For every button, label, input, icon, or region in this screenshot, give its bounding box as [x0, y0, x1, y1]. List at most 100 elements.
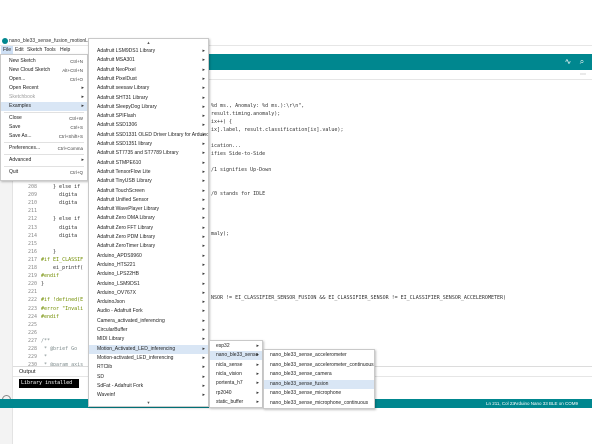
- file-menu-item[interactable]: Sketchbook ▸: [1, 93, 87, 102]
- inferencing-menu-item[interactable]: nicla_vision ▸: [210, 370, 262, 379]
- code-line: digita: [41, 224, 78, 231]
- file-menu-item[interactable]: New Sketch Ctrl+N: [1, 57, 87, 66]
- menu-edit[interactable]: Edit: [13, 46, 26, 54]
- code-line: ei_printf(: [41, 265, 84, 271]
- file-menu-item-examples[interactable]: Examples ▸: [1, 102, 87, 111]
- library-menu-item[interactable]: Adafruit STMPE610 ▸: [89, 159, 208, 168]
- line-number: 222: [27, 297, 37, 304]
- library-menu-item[interactable]: Adafruit WavePlayer Library ▸: [89, 205, 208, 214]
- nano-example-item[interactable]: nano_ble33_sense_accelerometer: [264, 351, 374, 360]
- library-menu-item[interactable]: Motion-activated_LED_inferencing ▸: [89, 354, 208, 363]
- scroll-down-icon[interactable]: ▼: [89, 400, 208, 405]
- code-line: /**: [41, 337, 51, 344]
- file-menu-item[interactable]: Quit Ctrl+Q: [1, 168, 87, 177]
- library-menu-item[interactable]: Adafruit seesaw Library ▸: [89, 84, 208, 93]
- library-menu-item[interactable]: Arduino_APDS9960 ▸: [89, 252, 208, 261]
- library-menu-item[interactable]: Adafruit Zero FFT Library ▸: [89, 224, 208, 233]
- library-menu-item[interactable]: Adafruit SPIFlash ▸: [89, 112, 208, 121]
- nano-ble33-examples-menu: nano_ble33_sense_accelerometer nano_ble33…: [263, 349, 375, 409]
- code-line: digita: [41, 232, 78, 239]
- inferencing-menu-item[interactable]: rp2040 ▸: [210, 389, 262, 398]
- code-line: digita: [41, 192, 78, 199]
- submenu-arrow-icon: ▸: [202, 150, 205, 157]
- library-menu-item[interactable]: RTClib ▸: [89, 363, 208, 372]
- library-menu-item[interactable]: Adafruit SleepyDog Library ▸: [89, 103, 208, 112]
- library-menu-item[interactable]: Waveinf ▸: [89, 391, 208, 400]
- submenu-arrow-icon: ▸: [202, 168, 205, 175]
- library-menu-item[interactable]: Adafruit ZeroTimer Library ▸: [89, 242, 208, 251]
- serial-plotter-icon[interactable]: ∿: [564, 58, 572, 66]
- library-menu-item[interactable]: Arduino_HTS221 ▸: [89, 261, 208, 270]
- inferencing-menu-item[interactable]: nicla_sense ▸: [210, 361, 262, 370]
- nano-example-item[interactable]: nano_ble33_sense_fusion: [264, 379, 374, 389]
- library-menu-item[interactable]: Adafruit TinyUSB Library ▸: [89, 177, 208, 186]
- nano-example-item[interactable]: nano_ble33_sense_camera: [264, 370, 374, 379]
- code-line: *: [41, 354, 48, 361]
- library-menu-item[interactable]: Adafruit LSM9DS1 Library ▸: [89, 47, 208, 56]
- nano-example-item[interactable]: nano_ble33_sense_microphone_continuous: [264, 399, 374, 408]
- menu-tools[interactable]: Tools: [42, 46, 58, 54]
- cursor-position[interactable]: Ln 211, Col 23: [486, 401, 515, 406]
- serial-monitor-icon[interactable]: ⌕: [578, 58, 586, 66]
- library-menu-item[interactable]: Adafruit Zero DMA Library ▸: [89, 214, 208, 223]
- code-line-right: ifies Side-to-Side: [211, 151, 266, 157]
- inferencing-menu-item[interactable]: static_buffer ▸: [210, 398, 262, 407]
- file-menu-item[interactable]: Preferences... Ctrl+Comma: [1, 144, 87, 153]
- file-menu-item[interactable]: Advanced ▸: [1, 156, 87, 165]
- library-menu-item[interactable]: Adafruit TensorFlow Lite ▸: [89, 168, 208, 177]
- inferencing-menu-item[interactable]: portenta_h7 ▸: [210, 379, 262, 388]
- line-number: 227: [27, 337, 37, 344]
- library-menu-item[interactable]: Camera_activated_inferencing ▸: [89, 317, 208, 326]
- code-line-right: ix++) {: [211, 119, 233, 125]
- file-menu-item[interactable]: New Cloud Sketch Alt+Ctrl+N: [1, 66, 87, 75]
- submenu-arrow-icon: ▸: [202, 336, 205, 343]
- library-menu-item[interactable]: CircularBuffer ▸: [89, 326, 208, 335]
- line-number: 214: [27, 232, 37, 239]
- library-menu-item[interactable]: Adafruit ST7735 and ST7789 Library ▸: [89, 149, 208, 158]
- library-menu-item[interactable]: SdFat - Adafruit Fork ▸: [89, 382, 208, 391]
- file-menu-item[interactable]: Open... Ctrl+O: [1, 75, 87, 84]
- library-menu-item[interactable]: Adafruit NeoPixel ▸: [89, 66, 208, 75]
- library-menu-item[interactable]: Arduino_LSM9DS1 ▸: [89, 280, 208, 289]
- nano-example-item[interactable]: nano_ble33_sense_microphone: [264, 389, 374, 398]
- output-text: Library installed: [19, 379, 79, 388]
- file-menu-item[interactable]: Save Ctrl+S: [1, 123, 87, 132]
- library-menu-item[interactable]: Adafruit PixelDust ▸: [89, 75, 208, 84]
- library-menu-item[interactable]: Adafruit Zero PDM Library ▸: [89, 233, 208, 242]
- library-menu-item[interactable]: Arduino_LPS22HB ▸: [89, 270, 208, 279]
- library-menu-item[interactable]: SD ▸: [89, 373, 208, 382]
- submenu-arrow-icon: ▸: [202, 94, 205, 101]
- line-number: 215: [27, 240, 37, 247]
- library-menu-item[interactable]: Adafruit TouchScreen ▸: [89, 187, 208, 196]
- board-status[interactable]: Arduino Nano 33 BLE on COM9: [514, 401, 578, 406]
- library-menu-item[interactable]: Adafruit SSD1351 library ▸: [89, 140, 208, 149]
- file-menu-item[interactable]: Close Ctrl+W: [1, 114, 87, 123]
- line-number: 216: [27, 248, 37, 255]
- library-menu-item[interactable]: Audio - Adafruit Fork ▸: [89, 307, 208, 316]
- code-line-right: maly);: [211, 231, 230, 237]
- library-menu-item[interactable]: Adafruit SSD1306 ▸: [89, 121, 208, 130]
- submenu-arrow-icon: ▸: [202, 271, 205, 278]
- more-tabs-icon[interactable]: ⋯: [580, 71, 586, 78]
- menu-file[interactable]: File: [1, 46, 14, 54]
- menu-help[interactable]: Help: [58, 46, 72, 54]
- library-menu-item[interactable]: Arduino_OV767X ▸: [89, 289, 208, 298]
- code-line-right: /1 signifies Up-Down: [211, 167, 272, 173]
- library-menu-item[interactable]: Adafruit Unified Sensor ▸: [89, 196, 208, 205]
- library-menu-item[interactable]: Motion_Activated_LED_inferencing ▸: [89, 344, 208, 354]
- library-menu-item[interactable]: Adafruit SHT31 Library ▸: [89, 94, 208, 103]
- library-menu-item[interactable]: ArduinoJson ▸: [89, 298, 208, 307]
- scroll-up-icon[interactable]: ▲: [89, 40, 208, 45]
- library-menu-item[interactable]: MIDI Library ▸: [89, 335, 208, 344]
- inferencing-examples-menu: esp32 ▸ nano_ble33_sense ▸ nicla_sense ▸ nicla…: [209, 340, 263, 408]
- inferencing-menu-item[interactable]: esp32 ▸: [210, 342, 262, 351]
- nano-example-item[interactable]: nano_ble33_sense_accelerometer_continuou…: [264, 361, 374, 370]
- library-menu-item[interactable]: Adafruit MSA301 ▸: [89, 56, 208, 65]
- library-menu-item[interactable]: Adafruit SSD1331 OLED Driver Library for…: [89, 131, 208, 140]
- inferencing-menu-item[interactable]: nano_ble33_sense ▸: [210, 351, 262, 361]
- line-number: 220: [27, 281, 37, 288]
- file-menu-item[interactable]: Save As... Ctrl+Shift+S: [1, 132, 87, 141]
- file-menu-item[interactable]: Open Recent ▸: [1, 84, 87, 93]
- submenu-arrow-icon: ▸: [202, 159, 205, 166]
- submenu-arrow-icon: ▸: [202, 224, 205, 231]
